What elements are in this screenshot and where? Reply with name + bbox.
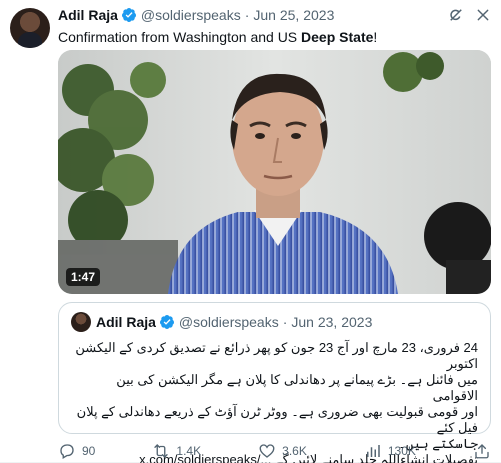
tweet-text: Confirmation from Washington and US Deep… (58, 28, 491, 46)
tweet-text-prefix: Confirmation from Washington and US (58, 29, 302, 45)
author-name[interactable]: Adil Raja (58, 7, 118, 23)
video-frame (58, 50, 491, 294)
quote-line: میں فائنل ہے۔ بڑے پیمانے پر دھاندلی کا پ… (116, 372, 478, 403)
quote-header: Adil Raja @soldierspeaks · Jun 23, 2023 (71, 312, 478, 332)
tweet-content: Adil Raja @soldierspeaks · Jun 25, 2023 (58, 6, 491, 463)
views-button[interactable]: 130K (364, 442, 416, 460)
quote-line: اور قومی قبولیت بھی ضروری ہے۔ ووٹر ٹرن آ… (76, 404, 478, 435)
repost-count: 1.4K (176, 444, 202, 458)
like-icon (258, 442, 276, 460)
close-icon[interactable] (475, 7, 491, 23)
share-button[interactable] (473, 442, 491, 460)
header-actions (447, 6, 491, 24)
quote-verified-badge-icon (159, 314, 175, 330)
repost-button[interactable]: 1.4K (152, 442, 201, 460)
author-avatar[interactable] (10, 8, 50, 48)
views-count: 130K (387, 444, 416, 458)
like-button[interactable]: 3.6K (258, 442, 307, 460)
video-duration: 1:47 (66, 268, 101, 286)
tweet-date[interactable]: Jun 25, 2023 (253, 7, 334, 23)
share-icon (473, 442, 491, 460)
quote-author-name: Adil Raja (96, 314, 156, 330)
quote-line: 24 فروری، 23 مارچ اور آج 23 جون کو پھر ذ… (75, 340, 478, 371)
reply-icon (58, 442, 76, 460)
quote-header-separator: · (282, 314, 288, 330)
like-count: 3.6K (282, 444, 307, 458)
tweet-header: Adil Raja @soldierspeaks · Jun 25, 2023 (58, 6, 491, 24)
author-handle[interactable]: @soldierspeaks (141, 7, 241, 23)
repost-icon (152, 442, 170, 460)
quote-author-avatar (71, 312, 91, 332)
reply-button[interactable]: 90 (58, 442, 95, 460)
quoted-tweet[interactable]: Adil Raja @soldierspeaks · Jun 23, 2023 … (58, 302, 491, 463)
verified-badge-icon (121, 7, 137, 23)
tweet-text-bold: Deep State (301, 29, 374, 45)
quote-date: Jun 23, 2023 (291, 314, 373, 330)
views-icon (364, 442, 382, 460)
tweet-card[interactable]: Adil Raja @soldierspeaks · Jun 25, 2023 (0, 0, 501, 463)
quote-author-handle: @soldierspeaks (178, 314, 279, 330)
reply-count: 90 (82, 444, 96, 458)
tweet-actions: 90 1.4K 3.6K 130K (58, 442, 491, 460)
grok-icon[interactable] (447, 6, 465, 24)
tweet-text-suffix: ! (373, 29, 378, 45)
tweet-video[interactable]: 1:47 (58, 50, 491, 294)
header-separator: · (244, 7, 250, 23)
